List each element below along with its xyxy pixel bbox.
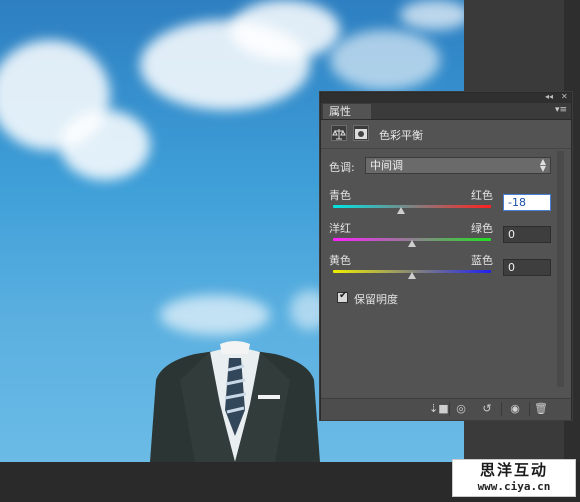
slider-red-label: 红色 xyxy=(471,189,493,202)
visibility-icon[interactable]: ◉ xyxy=(507,402,523,416)
adjustment-title: 色彩平衡 xyxy=(379,129,423,142)
properties-panel: ◂◂ ✕ 属性 ▾≡ 色彩平衡 色调: 中间调 ▲ ▼ 青色 红色 -18 洋红 … xyxy=(320,92,572,420)
toolbar-divider xyxy=(449,402,450,416)
clip-icon[interactable]: ⇣■ xyxy=(429,402,449,416)
watermark-logo: 思洋互动 www.ciya.cn xyxy=(452,459,576,497)
yellow-blue-slider-thumb[interactable] xyxy=(408,272,416,279)
yellow-blue-value[interactable]: 0 xyxy=(503,259,551,276)
view-previous-icon[interactable]: ◎ xyxy=(453,402,469,416)
suit-figure xyxy=(150,341,320,462)
cyan-red-value[interactable]: -18 xyxy=(503,194,551,211)
panel-tab-row: 属性 ▾≡ xyxy=(321,103,571,120)
cyan-red-slider[interactable] xyxy=(333,205,491,208)
preserve-luminosity-label: 保留明度 xyxy=(354,293,398,306)
toolbar-divider xyxy=(529,402,530,416)
preserve-luminosity-checkbox[interactable]: ✔ xyxy=(337,290,348,303)
slider-magenta-label: 洋红 xyxy=(329,222,351,235)
cyan-red-slider-thumb[interactable] xyxy=(396,207,405,214)
toolbar-divider xyxy=(501,402,502,416)
magenta-green-slider-thumb[interactable] xyxy=(408,240,416,247)
panel-menu-icon[interactable]: ▾≡ xyxy=(555,105,567,115)
magenta-green-value[interactable]: 0 xyxy=(503,226,551,243)
cloud xyxy=(60,110,150,180)
tone-label: 色调: xyxy=(329,161,355,174)
cloud xyxy=(230,0,340,60)
cloud xyxy=(400,0,464,30)
slider-cyan-label: 青色 xyxy=(329,189,351,202)
delete-icon[interactable]: 🗑 xyxy=(533,402,549,416)
tone-select-value: 中间调 xyxy=(370,159,403,172)
slider-yellow-label: 黄色 xyxy=(329,254,351,267)
adjustment-header: 色彩平衡 xyxy=(321,120,571,149)
panel-scrollbar[interactable] xyxy=(557,151,564,387)
tone-select[interactable]: 中间调 ▲ ▼ xyxy=(365,157,551,174)
cloud xyxy=(330,30,440,90)
collapse-icon[interactable]: ◂◂ xyxy=(545,92,553,101)
slider-blue-label: 蓝色 xyxy=(471,254,493,267)
mask-icon[interactable] xyxy=(353,125,369,141)
slider-green-label: 绿色 xyxy=(471,222,493,235)
watermark-url: www.ciya.cn xyxy=(477,480,551,493)
reset-icon[interactable]: ↺ xyxy=(479,402,495,416)
tab-properties[interactable]: 属性 xyxy=(323,104,371,119)
select-arrows-icon: ▲ ▼ xyxy=(539,157,546,173)
cloud xyxy=(160,295,270,335)
panel-bottom-toolbar: ⇣■ ◎ ↺ ◉ 🗑 xyxy=(321,398,571,420)
watermark-title: 思洋互动 xyxy=(479,461,548,479)
balance-icon[interactable] xyxy=(331,125,347,141)
close-icon[interactable]: ✕ xyxy=(561,92,568,101)
checkmark-icon: ✔ xyxy=(339,290,348,301)
panel-titlebar[interactable]: ◂◂ ✕ xyxy=(321,92,571,103)
